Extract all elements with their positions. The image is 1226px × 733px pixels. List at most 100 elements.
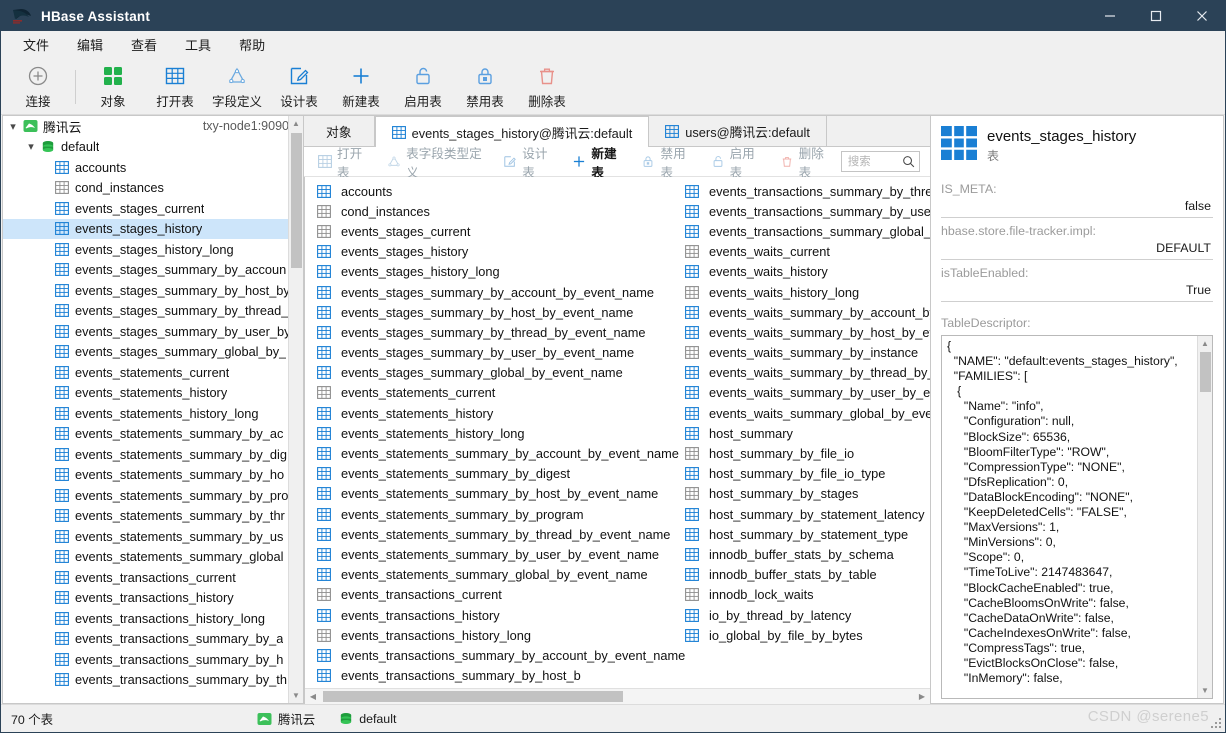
list-item[interactable]: events_statements_summary_by_thread_by_e… (305, 524, 673, 544)
tree-item-table[interactable]: events_transactions_history (3, 588, 303, 609)
scroll-up-arrow-icon[interactable]: ▲ (289, 116, 303, 131)
scrollbar-thumb[interactable] (1200, 352, 1211, 392)
list-item[interactable]: events_transactions_history (305, 605, 673, 625)
toolbar-objects-button[interactable]: 对象 (82, 61, 144, 113)
menu-edit[interactable]: 编辑 (63, 31, 117, 58)
list-item[interactable]: events_statements_summary_by_host_by_eve… (305, 484, 673, 504)
tree-item-table[interactable]: events_statements_summary_by_ho (3, 465, 303, 486)
tree-node-namespace[interactable]: ▾ default (3, 137, 303, 158)
list-item[interactable]: events_waits_summary_by_user_by_even (673, 383, 930, 403)
tree-item-table[interactable]: events_stages_history (3, 219, 303, 240)
list-item[interactable]: events_waits_history_long (673, 282, 930, 302)
tree-item-table[interactable]: events_transactions_summary_by_th (3, 670, 303, 691)
list-item[interactable]: innodb_lock_waits (673, 585, 930, 605)
list-item[interactable]: host_summary_by_stages (673, 484, 930, 504)
list-item[interactable]: host_summary_by_file_io_type (673, 464, 930, 484)
list-item[interactable]: events_waits_history (673, 262, 930, 282)
tree-item-table[interactable]: events_statements_summary_global (3, 547, 303, 568)
list-item[interactable]: events_stages_history (305, 242, 673, 262)
list-item[interactable]: events_statements_summary_by_user_by_eve… (305, 544, 673, 564)
tree-item-table[interactable]: events_statements_current (3, 362, 303, 383)
scroll-left-arrow-icon[interactable]: ◀ (305, 692, 321, 701)
tree-item-table[interactable]: events_stages_summary_by_host_by (3, 280, 303, 301)
menu-view[interactable]: 查看 (117, 31, 171, 58)
tree-item-table[interactable]: events_stages_summary_global_by_ (3, 342, 303, 363)
search-box[interactable] (841, 151, 920, 172)
list-item[interactable]: events_waits_summary_by_account_by_e (673, 302, 930, 322)
toolbar-design-table-button[interactable]: 设计表 (268, 61, 330, 113)
list-item[interactable]: events_stages_summary_by_account_by_even… (305, 282, 673, 302)
list-item[interactable]: events_waits_current (673, 242, 930, 262)
tree-item-table[interactable]: events_stages_summary_by_accoun (3, 260, 303, 281)
list-item[interactable]: events_transactions_history_long (305, 625, 673, 645)
menu-file[interactable]: 文件 (9, 31, 63, 58)
tree-item-table[interactable]: events_stages_history_long (3, 239, 303, 260)
toolbar-open-table-button[interactable]: 打开表 (144, 61, 206, 113)
list-item[interactable]: innodb_buffer_stats_by_schema (673, 544, 930, 564)
descriptor-vertical-scrollbar[interactable]: ▲ ▼ (1197, 336, 1212, 698)
menu-help[interactable]: 帮助 (225, 31, 279, 58)
toolbar-disable-table-button[interactable]: 禁用表 (454, 61, 516, 113)
tree-item-table[interactable]: cond_instances (3, 178, 303, 199)
resize-grip[interactable] (1209, 716, 1223, 730)
tree-item-table[interactable]: events_stages_summary_by_user_by (3, 321, 303, 342)
list-item[interactable]: events_stages_history_long (305, 262, 673, 282)
list-item[interactable]: events_transactions_current (305, 585, 673, 605)
list-item[interactable]: events_statements_current (305, 383, 673, 403)
list-item[interactable]: cond_instances (305, 201, 673, 221)
list-item[interactable]: host_summary_by_statement_latency (673, 504, 930, 524)
list-item[interactable]: events_waits_summary_by_instance (673, 343, 930, 363)
list-item[interactable]: io_by_thread_by_latency (673, 605, 930, 625)
list-item[interactable]: events_waits_summary_global_by_event_ (673, 403, 930, 423)
tree-item-table[interactable]: events_statements_summary_by_ac (3, 424, 303, 445)
toolbar-new-table-button[interactable]: 新建表 (330, 61, 392, 113)
list-item[interactable]: host_summary_by_file_io (673, 443, 930, 463)
tree-item-table[interactable]: events_statements_summary_by_thr (3, 506, 303, 527)
list-item[interactable]: events_statements_history_long (305, 423, 673, 443)
toolbar-connect-button[interactable]: 连接 (7, 61, 69, 113)
tree-item-table[interactable]: events_stages_summary_by_thread_ (3, 301, 303, 322)
list-item[interactable]: host_summary_by_statement_type (673, 524, 930, 544)
list-item[interactable]: events_transactions_summary_by_user_b (673, 201, 930, 221)
tree-item-table[interactable]: events_transactions_history_long (3, 608, 303, 629)
list-item[interactable]: events_stages_summary_global_by_event_na… (305, 363, 673, 383)
scrollbar-thumb[interactable] (323, 691, 623, 702)
list-horizontal-scrollbar[interactable]: ◀ ▶ (305, 688, 930, 704)
chevron-down-icon[interactable]: ▾ (23, 140, 39, 153)
scroll-down-arrow-icon[interactable]: ▼ (289, 688, 303, 703)
toolbar-field-definition-button[interactable]: 字段定义 (206, 61, 268, 113)
list-item[interactable]: events_transactions_summary_by_threac (673, 181, 930, 201)
scroll-up-arrow-icon[interactable]: ▲ (1198, 336, 1212, 351)
list-item[interactable]: events_transactions_summary_global_by (673, 221, 930, 241)
search-icon[interactable] (902, 155, 915, 168)
list-item[interactable]: events_waits_summary_by_host_by_ever (673, 322, 930, 342)
list-item[interactable]: events_transactions_summary_by_host_b (305, 666, 673, 686)
search-input[interactable] (846, 155, 902, 169)
close-button[interactable] (1179, 1, 1225, 31)
scroll-right-arrow-icon[interactable]: ▶ (914, 692, 930, 701)
tree-item-table[interactable]: events_statements_summary_by_us (3, 526, 303, 547)
toolbar-delete-table-button[interactable]: 删除表 (516, 61, 578, 113)
list-item[interactable]: events_waits_summary_by_thread_by_ev (673, 363, 930, 383)
chevron-down-icon[interactable]: ▾ (5, 120, 21, 133)
tree-node-connection[interactable]: ▾ 腾讯云 txy-node1:9090 (3, 116, 303, 137)
tree-item-table[interactable]: events_statements_history (3, 383, 303, 404)
tree-vertical-scrollbar[interactable]: ▲ ▼ (288, 116, 303, 703)
tree-item-table[interactable]: events_statements_summary_by_dig (3, 444, 303, 465)
tree-item-table[interactable]: events_transactions_current (3, 567, 303, 588)
list-item[interactable]: events_statements_history (305, 403, 673, 423)
list-item[interactable]: events_statements_summary_by_digest (305, 464, 673, 484)
tree-item-table[interactable]: events_statements_summary_by_pro (3, 485, 303, 506)
toolbar-enable-table-button[interactable]: 启用表 (392, 61, 454, 113)
tree-item-table[interactable]: events_stages_current (3, 198, 303, 219)
scrollbar-thumb[interactable] (291, 133, 302, 268)
minimize-button[interactable] (1087, 1, 1133, 31)
list-item[interactable]: io_global_by_file_by_bytes (673, 625, 930, 645)
list-item[interactable]: events_stages_summary_by_thread_by_event… (305, 322, 673, 342)
list-item[interactable]: events_statements_summary_global_by_even… (305, 565, 673, 585)
maximize-button[interactable] (1133, 1, 1179, 31)
list-item[interactable]: events_stages_current (305, 221, 673, 241)
tree-item-table[interactable]: accounts (3, 157, 303, 178)
list-item[interactable]: host_summary (673, 423, 930, 443)
list-item[interactable]: events_stages_summary_by_user_by_event_n… (305, 343, 673, 363)
